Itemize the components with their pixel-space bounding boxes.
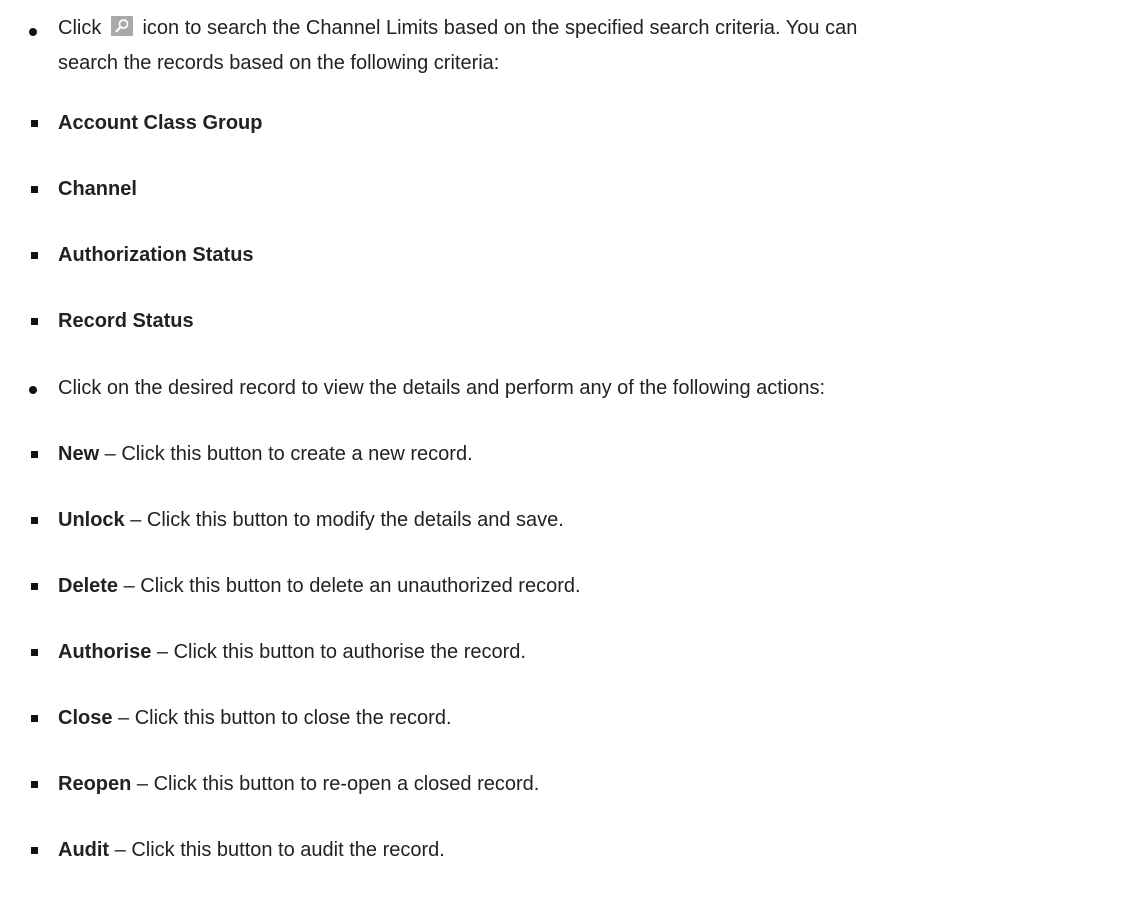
action-name: Unlock — [58, 509, 125, 531]
bullet-square — [31, 517, 38, 524]
intro-prefix: Click — [58, 17, 102, 39]
action-name: Audit — [58, 839, 110, 861]
action-description: – Click this button to close the record. — [112, 707, 452, 729]
bullet-square — [31, 120, 38, 127]
search-instruction-text-line2: search the records based on the followin… — [58, 52, 500, 74]
bullet-square — [31, 186, 38, 193]
action-description: – Click this button to modify the detail… — [124, 509, 564, 531]
bullet-square — [31, 252, 38, 259]
action-name: New — [58, 443, 100, 465]
action-description: – Click this button to delete an unautho… — [118, 575, 581, 597]
action-name: Authorise — [58, 641, 152, 663]
criteria-label: Authorization Status — [58, 244, 254, 266]
document-page: Click icon to search the Channel Limits … — [0, 0, 1127, 899]
bullet-square — [31, 715, 38, 722]
action-description: – Click this button to authorise the rec… — [151, 641, 526, 663]
criteria-label: Record Status — [58, 310, 194, 332]
bullet-square — [31, 649, 38, 656]
actions-instruction-text: Click on the desired record to view the … — [58, 377, 826, 399]
search-icon — [110, 16, 133, 36]
action-name: Delete — [58, 575, 119, 597]
criteria-label: Account Class Group — [58, 112, 263, 134]
bullet-dot — [29, 386, 37, 394]
action-name: Reopen — [58, 773, 132, 795]
criteria-label: Channel — [58, 178, 137, 200]
action-description: – Click this button to audit the record. — [109, 839, 445, 861]
action-name: Close — [58, 707, 113, 729]
bullet-square — [31, 781, 38, 788]
bullet-square — [31, 318, 38, 325]
action-description: – Click this button to re-open a closed … — [131, 773, 540, 795]
bullet-square — [31, 583, 38, 590]
action-description: – Click this button to create a new reco… — [99, 443, 473, 465]
bullet-square — [31, 451, 38, 458]
search-instruction-text: Click icon to search the Channel Limits … — [58, 12, 1118, 45]
intro-line1: icon to search the Channel Limits based … — [142, 17, 858, 39]
bullet-dot — [29, 28, 37, 36]
bullet-square — [31, 847, 38, 854]
